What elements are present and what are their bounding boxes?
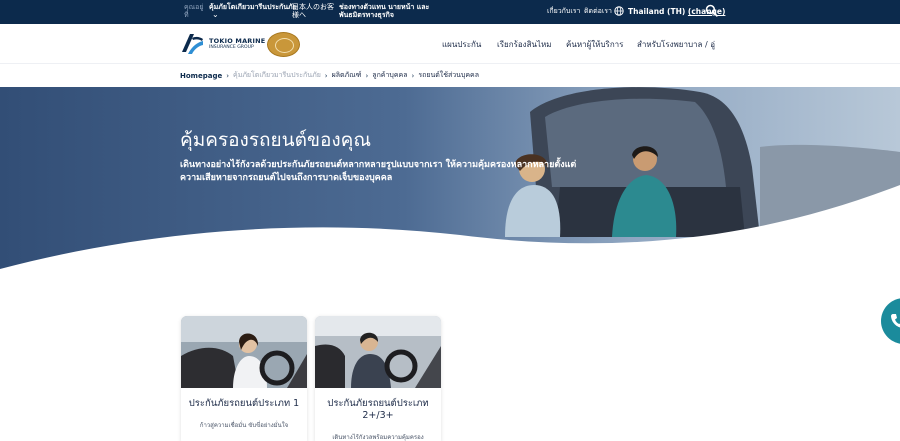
- chevron-right-icon: ›: [365, 71, 369, 80]
- breadcrumb-level-1[interactable]: คุ้มภัยโตเกียวมารีนประกันภัย: [233, 70, 321, 81]
- product-card-type1-image: [181, 316, 307, 388]
- globe-icon: [614, 6, 624, 16]
- breadcrumb-home[interactable]: Homepage: [180, 72, 222, 80]
- logo-text-secondary: INSURANCE GROUP: [209, 45, 254, 50]
- breadcrumb-current: รถยนต์ใช้ส่วนบุคคล: [418, 71, 480, 79]
- breadcrumb-level-2[interactable]: ผลิตภัณฑ์: [332, 70, 362, 81]
- nav-item-find-provider[interactable]: ค้นหาผู้ให้บริการ: [566, 38, 623, 51]
- tokio-marine-logo-icon: [182, 34, 203, 54]
- product-card-type2-3-title: ประกันภัยรถยนต์ประเภท 2+/3+: [327, 398, 429, 421]
- chevron-right-icon: ›: [226, 71, 230, 80]
- chevron-down-icon[interactable]: ⌄: [212, 10, 219, 19]
- topbar-item-japanese[interactable]: 日本人のお客様へ: [292, 3, 334, 19]
- floating-call-button[interactable]: [881, 298, 900, 344]
- topbar-item-insurance[interactable]: คุ้มภัยโตเกียวมารีนประกันภัย: [209, 3, 297, 11]
- product-card-type1-title: ประกันภัยรถยนต์ประเภท 1: [188, 398, 300, 409]
- location-label: คุณอยู่ที่: [184, 3, 204, 19]
- hero-wave-divider: [0, 185, 900, 277]
- nav-item-hospital-garage[interactable]: สำหรับโรงพยาบาล / อู่: [637, 38, 715, 51]
- product-card-type1[interactable]: ประกันภัยรถยนต์ประเภท 1 ก้าวสู่ความเชื่อ…: [181, 316, 307, 441]
- search-icon[interactable]: [705, 4, 718, 17]
- tokio-marine-logo[interactable]: TOKIO MARINE INSURANCE GROUP: [180, 31, 265, 57]
- breadcrumb: Homepage › คุ้มภัยโตเกียวมารีนประกันภัย › ผล…: [180, 70, 479, 82]
- region-label: Thailand (TH): [628, 7, 686, 16]
- top-utility-bar: คุณอยู่ที่ คุ้มภัยโตเกียวมารีนประกันภัย …: [0, 0, 900, 24]
- product-card-type2-3-image: [315, 316, 441, 388]
- product-card-type2-3-desc: เดินทางไร้กังวลพร้อมความคุ้มครอง: [332, 434, 424, 441]
- hero-banner: คุ้มครองรถยนต์ของคุณ เดินทางอย่างไร้กังว…: [0, 87, 900, 277]
- main-header: TOKIO MARINE INSURANCE GROUP แผนประกัน เ…: [0, 24, 900, 64]
- chevron-right-icon: ›: [324, 71, 328, 80]
- about-link[interactable]: เกี่ยวกับเรา: [547, 7, 580, 15]
- nav-item-plans[interactable]: แผนประกัน: [442, 38, 481, 51]
- product-card-type1-desc: ก้าวสู่ความเชื่อมั่น ขับขี่อย่างมั่นใจ: [199, 422, 289, 429]
- product-card-type2-3[interactable]: ประกันภัยรถยนต์ประเภท 2+/3+ เดินทางไร้กั…: [315, 316, 441, 441]
- chevron-right-icon: ›: [411, 71, 415, 80]
- logo-text-primary: TOKIO MARINE: [209, 37, 266, 45]
- phone-icon: [891, 314, 900, 328]
- topbar-item-channels[interactable]: ช่องทางตัวแทน นายหน้า และพันธมิตรทางธุรก…: [339, 3, 449, 19]
- royal-seal-logo: [267, 32, 300, 57]
- contact-link[interactable]: ติดต่อเรา: [584, 7, 612, 15]
- nav-item-claims[interactable]: เรียกร้องสินไหม: [497, 38, 552, 51]
- hero-title: คุ้มครองรถยนต์ของคุณ: [180, 129, 372, 151]
- breadcrumb-level-3[interactable]: ลูกค้าบุคคล: [372, 70, 407, 81]
